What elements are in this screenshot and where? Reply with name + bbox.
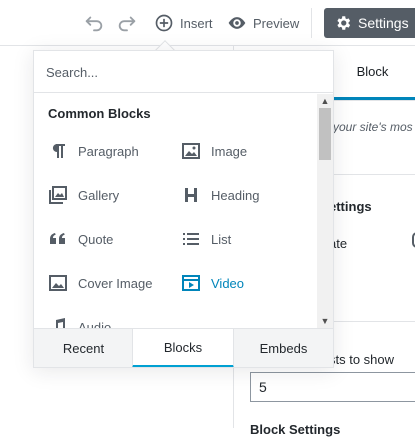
block-label: Image: [211, 143, 248, 159]
block-label: Paragraph: [78, 143, 139, 159]
block-label: Quote: [78, 231, 114, 247]
video-icon: [181, 273, 201, 293]
block-video[interactable]: Video: [181, 270, 311, 296]
settings-button[interactable]: Settings: [324, 8, 415, 38]
toolbar-divider: [311, 8, 312, 38]
insert-label: Insert: [180, 15, 213, 31]
block-settings-heading: Block Settings: [250, 422, 340, 437]
list-icon: [181, 229, 201, 249]
preview-label: Preview: [253, 15, 300, 31]
block-list-scrollbar[interactable]: ▲ ▼: [317, 94, 333, 328]
paragraph-icon: [48, 141, 68, 161]
quote-icon: [48, 229, 68, 249]
tab-blocks[interactable]: Blocks: [132, 328, 234, 367]
plus-circle-icon: [154, 13, 174, 33]
tab-block[interactable]: Block: [329, 46, 415, 100]
block-settings-heading-text: Block Settings: [250, 422, 341, 437]
gallery-icon: [48, 185, 68, 205]
tab-embeds[interactable]: Embeds: [234, 329, 333, 367]
block-label: Audio: [78, 319, 112, 329]
heading-icon: [181, 185, 201, 205]
block-label: List: [211, 231, 232, 247]
block-list-item[interactable]: List: [181, 226, 311, 252]
redo-icon[interactable]: [116, 12, 138, 34]
eye-icon: [227, 16, 247, 30]
insert-button[interactable]: Insert: [154, 10, 213, 36]
posts-to-show-label: sts to show: [329, 352, 395, 367]
posts-to-show-input[interactable]: 5: [250, 372, 415, 402]
block-label: Cover Image: [78, 275, 153, 291]
image-icon: [181, 141, 201, 161]
scroll-down-arrow-icon[interactable]: ▼: [317, 314, 333, 328]
editor-toolbar: Insert Preview Settings: [0, 0, 415, 46]
block-description: your site's mos: [333, 120, 413, 134]
inserter-search: [34, 51, 333, 93]
block-audio[interactable]: Audio: [48, 314, 178, 328]
scroll-up-arrow-icon[interactable]: ▲: [317, 94, 333, 108]
audio-icon: [48, 317, 68, 328]
inserter-tabs: Recent Blocks Embeds: [34, 328, 333, 367]
tab-recent[interactable]: Recent: [34, 329, 133, 367]
settings-section-title: ettings: [329, 199, 372, 214]
search-input[interactable]: [42, 57, 325, 87]
block-gallery[interactable]: Gallery: [48, 182, 178, 208]
block-inserter-popover: Common Blocks Paragraph Image Gallery: [33, 50, 334, 368]
gear-icon: [334, 14, 352, 32]
cover-image-icon: [48, 273, 68, 293]
block-cover-image[interactable]: Cover Image: [48, 270, 178, 296]
undo-icon[interactable]: [83, 12, 105, 34]
preview-button[interactable]: Preview: [227, 10, 299, 36]
scrollbar-thumb[interactable]: [319, 108, 331, 160]
block-label: Heading: [211, 187, 260, 203]
block-image[interactable]: Image: [181, 138, 311, 164]
section-title: Common Blocks: [48, 106, 151, 121]
settings-label: Settings: [358, 15, 409, 31]
block-list: Common Blocks Paragraph Image Gallery He…: [34, 94, 333, 328]
block-label: Gallery: [78, 187, 120, 203]
block-label: Video: [211, 275, 245, 291]
block-paragraph[interactable]: Paragraph: [48, 138, 178, 164]
block-heading[interactable]: Heading: [181, 182, 311, 208]
block-quote[interactable]: Quote: [48, 226, 178, 252]
